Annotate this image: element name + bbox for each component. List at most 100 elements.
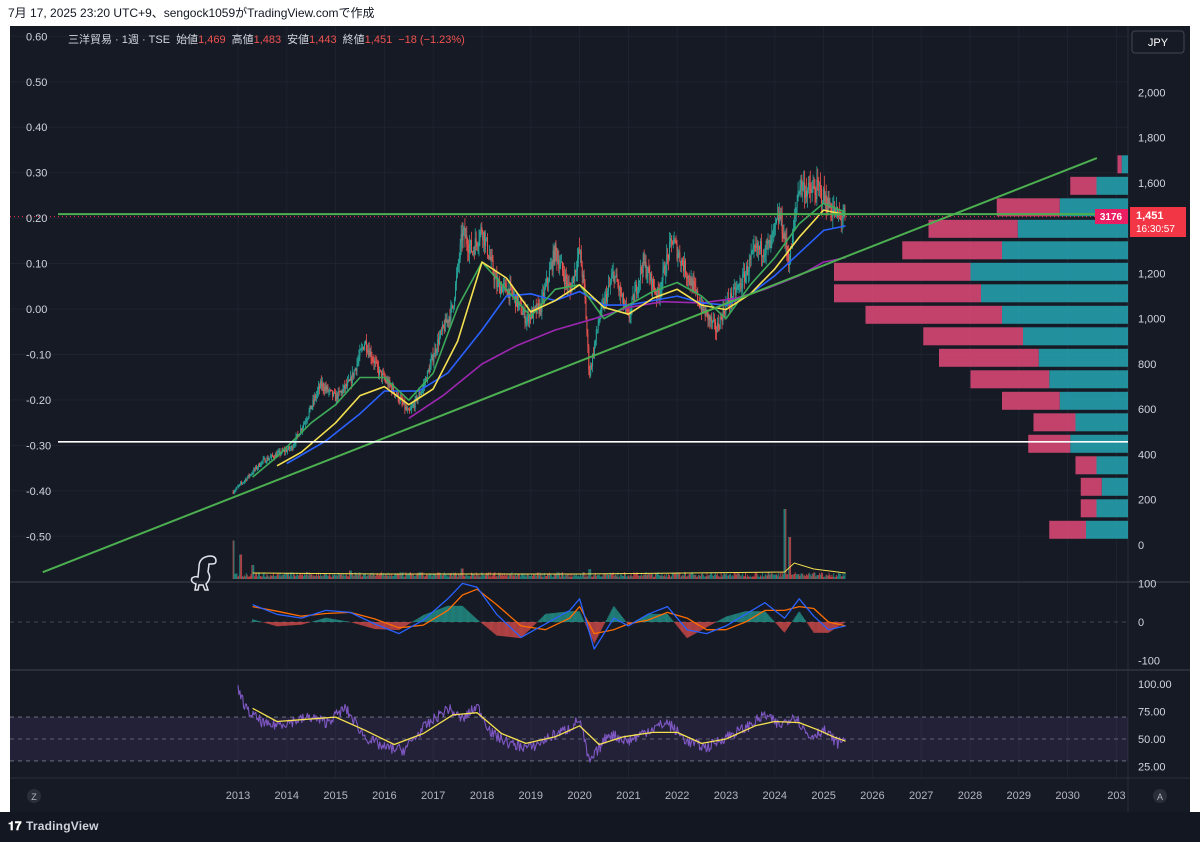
- candle-body-109: [334, 392, 336, 402]
- macd-hist-345: [575, 611, 577, 622]
- legend-line[interactable]: 三洋貿易 · 1週 · TSE 始値1,469 高値1,483 安値1,443 終値1,…: [68, 32, 465, 46]
- volume-bar-585: [781, 572, 783, 579]
- volume-bar-169: [391, 573, 393, 579]
- volume-bar-367: [577, 576, 579, 579]
- volume-bar-582: [778, 576, 780, 579]
- macd-hist-274: [509, 622, 511, 637]
- volume-bar-140: [364, 574, 366, 579]
- footer-bar: 𝟏𝟕 TradingView: [0, 812, 1200, 842]
- candle-body-258: [474, 238, 476, 255]
- macd-hist-18: [269, 622, 271, 625]
- volume-bar-403: [610, 573, 612, 579]
- z-marker-label[interactable]: Z: [31, 792, 37, 802]
- volume-bar-24: [255, 573, 257, 579]
- candle-body-399: [607, 290, 609, 302]
- candle-body-272: [487, 255, 489, 259]
- candle-body-447: [652, 279, 654, 290]
- volume-bar-635: [828, 573, 830, 579]
- macd-hist-446: [670, 618, 672, 622]
- candle-body-587: [783, 233, 785, 239]
- currency-button[interactable]: JPY: [1131, 30, 1185, 54]
- volume-bar-126: [350, 570, 352, 579]
- macd-hist-223: [461, 605, 463, 622]
- volume-bar-360: [570, 576, 572, 579]
- volume-bar-359: [569, 573, 571, 579]
- macd-hist-261: [497, 622, 499, 636]
- vp-badge: 3176: [1095, 209, 1128, 224]
- volume-bar-277: [492, 574, 494, 579]
- candle-body-96: [322, 383, 324, 390]
- tradingview-logo[interactable]: 𝟏𝟕 TradingView: [8, 819, 99, 834]
- chart-container[interactable]: 2013 2014 2015 2016 2017 2018 2019 2020 2021 2022…: [10, 26, 1190, 812]
- macd-hist-35: [284, 622, 286, 626]
- macd-hist-14: [265, 622, 267, 624]
- candle-body-152: [375, 360, 377, 362]
- macd-hist-479: [701, 622, 703, 630]
- candle-body-490: [692, 281, 694, 292]
- candle-body-432: [638, 282, 640, 291]
- macd-hist-213: [452, 605, 454, 622]
- volume-bar-230: [448, 576, 450, 579]
- macd-hist-6: [257, 620, 259, 622]
- volume-bar-123: [348, 576, 350, 579]
- volume-bar-627: [821, 572, 823, 579]
- macd-hist-544: [762, 611, 764, 622]
- macd-hist-500: [721, 618, 723, 622]
- candle-body-127: [351, 372, 353, 384]
- chart-svg[interactable]: 2013 2014 2015 2016 2017 2018 2019 2020 2021 2022…: [10, 26, 1190, 812]
- macd-hist-137: [380, 622, 382, 630]
- z-marker[interactable]: Z: [27, 789, 41, 803]
- footer-brand[interactable]: TradingView: [26, 819, 99, 833]
- x-tick-label-12: 2025: [811, 790, 835, 802]
- volume-bar-72: [300, 573, 302, 579]
- candle-body-78: [305, 420, 307, 423]
- volume-bar-352: [562, 575, 564, 579]
- volume-bar-199: [419, 572, 421, 579]
- volume-bar-295: [509, 574, 511, 579]
- volume-bar-205: [425, 575, 427, 579]
- candle-body-573: [770, 236, 772, 248]
- candle-body-362: [572, 276, 574, 283]
- x-tick-label-8: 2021: [616, 790, 640, 802]
- macd-hist-21: [271, 622, 273, 625]
- volume-bar-363: [573, 575, 575, 579]
- candle-body-470: [673, 240, 675, 244]
- macd-hist-593: [808, 622, 810, 626]
- macd-hist-95: [341, 620, 343, 622]
- candle-body-571: [768, 240, 770, 243]
- macd-hist-315: [547, 613, 549, 622]
- volume-bar-215: [434, 573, 436, 579]
- candle-body-510: [711, 317, 713, 324]
- x-tick-label-9: 2022: [665, 790, 689, 802]
- candle-body-519: [719, 317, 721, 330]
- volume-bar-452: [656, 573, 658, 579]
- volume-bar-28: [258, 572, 260, 579]
- candle-body-218: [437, 339, 439, 351]
- volume-bar-579: [775, 574, 777, 579]
- candle-body-190: [410, 407, 412, 410]
- macd-hist-301: [534, 622, 536, 625]
- vp-up-bar-7: [1002, 305, 1128, 324]
- legend-symbol[interactable]: 三洋貿易 · 1週 · TSE: [68, 32, 170, 46]
- macd-hist-155: [397, 622, 399, 631]
- candle-body-110: [335, 394, 337, 402]
- volume-bar-584: [780, 576, 782, 579]
- volume-bar-586: [782, 574, 784, 579]
- currency-label[interactable]: JPY: [1148, 37, 1169, 49]
- auto-scale-marker[interactable]: A: [1153, 789, 1167, 803]
- volume-bar-491: [693, 575, 695, 579]
- macd-hist-523: [742, 611, 744, 622]
- candle-body-210: [429, 364, 431, 373]
- candle-body-135: [359, 350, 361, 357]
- macd-hist-629: [842, 622, 844, 624]
- volume-bar-44: [273, 576, 275, 579]
- candle-body-32: [262, 458, 264, 462]
- macd-hist-493: [714, 622, 716, 623]
- volume-bar-234: [452, 576, 454, 579]
- candle-body-369: [578, 249, 580, 252]
- caption-bar: 7月 17, 2025 23:20 UTC+9、sengock1059がTrad…: [0, 0, 1200, 26]
- candle-body-139: [363, 347, 365, 350]
- candle-body-390: [598, 320, 600, 325]
- auto-scale-label[interactable]: A: [1157, 792, 1163, 802]
- candle-body-477: [680, 261, 682, 266]
